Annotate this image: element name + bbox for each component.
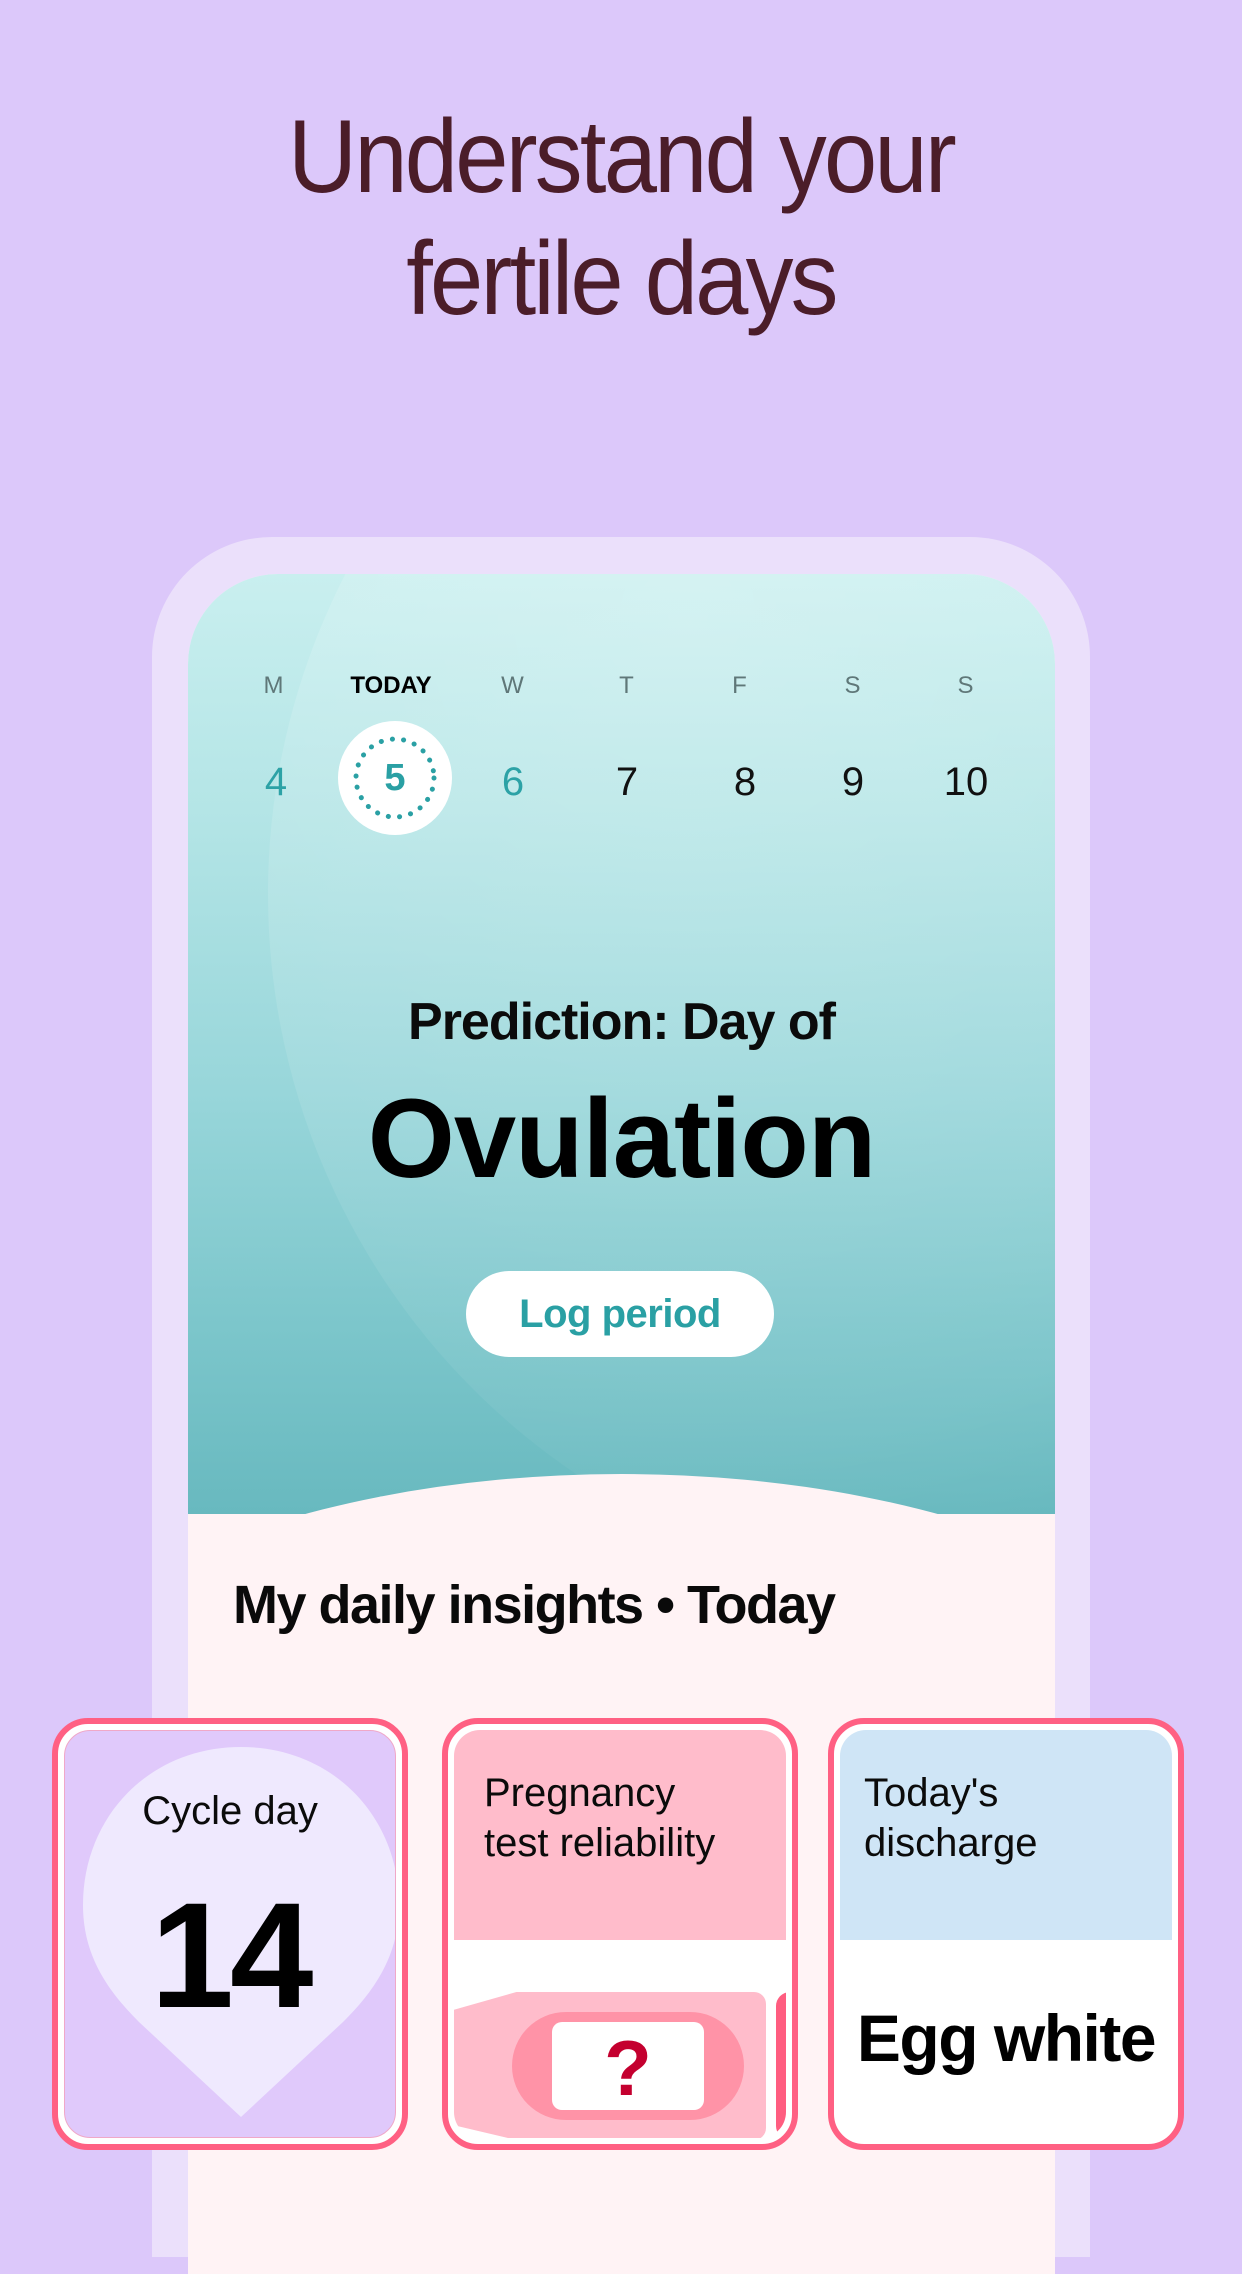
prediction-hero: M TODAY W T F S S 4 5 6 7 8 9 10 Predict… bbox=[188, 574, 1055, 1594]
day-8[interactable]: 8 bbox=[690, 754, 800, 810]
discharge-title: Today's discharge bbox=[864, 1771, 1038, 1865]
headline: Understand your fertile days bbox=[50, 96, 1193, 340]
dow-today: TODAY bbox=[350, 672, 432, 699]
pregnancy-test-card[interactable]: Pregnancy test reliability ? bbox=[442, 1718, 798, 2150]
cycle-day-label: Cycle day bbox=[142, 1789, 318, 1833]
day-9[interactable]: 9 bbox=[798, 754, 908, 810]
cycle-day-card[interactable]: Cycle day 14 bbox=[52, 1718, 408, 2150]
question-mark-icon: ? bbox=[552, 2022, 704, 2112]
cycle-day-value: 14 bbox=[150, 1871, 314, 2039]
day-6[interactable]: 6 bbox=[458, 754, 568, 810]
insights-title: My daily insights • Today bbox=[233, 1575, 836, 1635]
discharge-value: Egg white bbox=[856, 2001, 1157, 2075]
prediction-value: Ovulation bbox=[367, 1076, 876, 1201]
discharge-card[interactable]: Today's discharge Egg white bbox=[828, 1718, 1184, 2150]
dow-sat: S bbox=[844, 672, 862, 699]
day-7[interactable]: 7 bbox=[572, 754, 682, 810]
day-5: 5 bbox=[384, 757, 406, 799]
day-10[interactable]: 10 bbox=[911, 754, 1021, 810]
dow-wed: W bbox=[501, 672, 525, 699]
headline-line-2: fertile days bbox=[406, 221, 838, 337]
dow-sun: S bbox=[957, 672, 975, 699]
test-cap-icon bbox=[776, 1992, 786, 2138]
prediction-label: Prediction: Day of bbox=[408, 993, 836, 1051]
headline-line-1: Understand your bbox=[288, 99, 957, 215]
dow-thu: T bbox=[619, 672, 635, 699]
dow-mon: M bbox=[263, 672, 285, 699]
pregnancy-test-title: Pregnancy test reliability bbox=[484, 1771, 716, 1865]
day-4[interactable]: 4 bbox=[221, 754, 331, 810]
log-period-button[interactable]: Log period bbox=[466, 1271, 774, 1357]
dow-fri: F bbox=[732, 672, 748, 699]
today-day-button[interactable]: 5 bbox=[338, 721, 452, 835]
